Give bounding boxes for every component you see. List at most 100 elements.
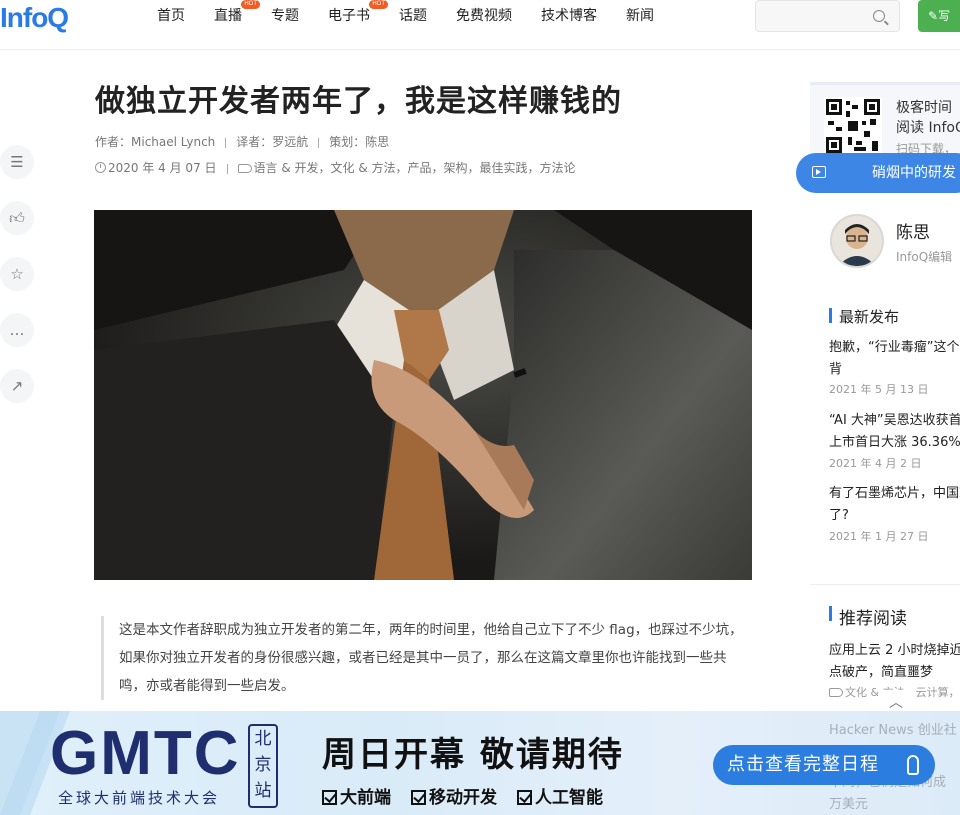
latest-item-date: 2021 年 4 月 2 日 [829, 457, 922, 470]
recommend-section-title: 推荐阅读 [829, 604, 907, 629]
top-header: InfoQ 首页 直播 HOT 专题 电子书 HOT 话题 免费视频 技术博客 新闻… [0, 0, 960, 50]
nav-label: 首页 [157, 8, 185, 24]
qr-title-2: 阅读 InfoQ [896, 120, 960, 136]
tag-icon [829, 688, 843, 697]
avatar[interactable] [830, 214, 884, 268]
article-action-bar: ☰ 👍︎ ☆ … ↗ [0, 145, 36, 425]
latest-item-date: 2021 年 5 月 13 日 [829, 383, 929, 396]
nav-label: 技术博客 [541, 8, 597, 24]
promo-label: 硝烟中的研发 [872, 165, 956, 181]
article-meta: 2020 年 4 月 07 日 语言 & 开发，文化 & 方法，产品，架构，最佳实… [95, 159, 576, 176]
banner-headline: 周日开幕 敬请期待 [322, 735, 624, 775]
divider [225, 137, 227, 148]
latest-item-date: 2021 年 1 月 27 日 [829, 530, 929, 543]
banner-tag: 移动开发 [411, 783, 497, 808]
article-title: 做独立开发者两年了，我是这样赚钱的 [95, 84, 622, 119]
article-summary: 这是本文作者辞职成为独立开发者的第二年，两年的时间里，他给自己立下了不少 fla… [101, 616, 751, 700]
banner-tags: 大前端 移动开发 人工智能 [322, 783, 623, 808]
publish-date: 2020 年 4 月 07 日 [108, 161, 217, 175]
comment-icon[interactable]: … [0, 313, 34, 347]
list-icon[interactable]: ☰ [0, 145, 34, 179]
tag-label: 人工智能 [535, 788, 603, 808]
write-label: 写 [938, 9, 951, 23]
hero-photo-businessman [94, 210, 752, 580]
tag-label: 大前端 [340, 788, 391, 808]
qr-title: 极客时间 [896, 100, 952, 116]
translator-link[interactable]: 译者：罗远航 [236, 135, 308, 149]
divider [318, 137, 320, 148]
divider [226, 163, 228, 174]
nav-label: 话题 [399, 8, 427, 24]
nav-label: 直播 [214, 8, 242, 24]
article-credits: 作者：Michael Lynch 译者：罗远航 策划：陈思 [95, 133, 389, 150]
checkbox-icon [517, 790, 532, 805]
recommend-item-title[interactable]: 应用上云 2 小时烧掉近 点破产，简直噩梦 [829, 640, 960, 684]
banner-tag: 大前端 [322, 783, 391, 808]
search-box [755, 0, 900, 32]
banner-tag: 人工智能 [517, 783, 603, 808]
sidebar-ghost-text: Hacker News 创业社 [829, 723, 957, 738]
nav-label: 免费视频 [456, 8, 512, 24]
hero-image [94, 210, 752, 580]
nav-label: 电子书 [328, 8, 370, 24]
view-schedule-button[interactable]: 点击查看完整日程 [713, 745, 935, 785]
qr-code-icon [824, 97, 882, 155]
title-line: 背 [829, 362, 843, 377]
floating-promo-pill[interactable]: 硝烟中的研发 [796, 153, 960, 193]
city-char: 站 [254, 781, 272, 801]
nav-item-home[interactable]: 首页 [145, 0, 197, 32]
city-badge: 北 京 站 [248, 724, 278, 808]
nav-label: 新闻 [626, 8, 654, 24]
sidebar-ghost-text: 万美元 [829, 797, 869, 812]
gmtc-ad-banner[interactable]: Hacker News 创业社 不同，它们是如何成 万美元 GMTC 全球大前端… [0, 711, 960, 815]
clock-icon [95, 162, 106, 173]
nav-item-ebooks[interactable]: 电子书 HOT [316, 0, 388, 32]
star-icon[interactable]: ☆ [0, 257, 34, 291]
divider [810, 584, 960, 585]
checkbox-icon [411, 790, 426, 805]
infoq-logo[interactable]: InfoQ [0, 2, 69, 34]
planner-link[interactable]: 策划：陈思 [329, 135, 389, 149]
nav-label: 专题 [271, 8, 299, 24]
latest-item-title[interactable]: “AI 大神”吴恩达收获首 上市首日大涨 36.36% [829, 410, 960, 454]
app-download-card[interactable]: 极客时间 阅读 InfoQ 扫码下载， [810, 82, 960, 162]
latest-section-title: 最新发布 [829, 306, 899, 327]
nav-item-free-video[interactable]: 免费视频 [444, 0, 524, 32]
hand-pointer-icon [907, 755, 919, 775]
main-nav: 首页 直播 HOT 专题 电子书 HOT 话题 免费视频 技术博客 新闻 [145, 0, 671, 32]
gmtc-logo: GMTC [50, 719, 241, 788]
thumbs-up-icon[interactable]: 👍︎ [0, 201, 34, 235]
hot-badge: HOT [369, 0, 388, 9]
search-input[interactable] [756, 1, 866, 31]
title-line: 点破产，简直噩梦 [829, 665, 934, 680]
checkbox-icon [322, 790, 337, 805]
author-role: InfoQ编辑 [896, 250, 953, 264]
nav-item-topics[interactable]: 专题 [259, 0, 311, 32]
gmtc-subtitle: 全球大前端技术大会 [58, 789, 221, 807]
title-line: 有了石墨烯芯片，中国就 [829, 486, 960, 501]
hot-badge: HOT [241, 0, 260, 9]
title-line: “AI 大神”吴恩达收获首 [829, 413, 960, 428]
tag-label: 移动开发 [429, 788, 497, 808]
author-link[interactable]: 作者：Michael Lynch [95, 135, 215, 149]
title-line: 抱歉，“行业毒瘤”这个锅 [829, 340, 960, 355]
video-icon [812, 166, 826, 178]
write-button[interactable]: ✎写 [918, 0, 960, 32]
avatar-image [832, 216, 882, 266]
article-tags[interactable]: 语言 & 开发，文化 & 方法，产品，架构，最佳实践，方法论 [254, 161, 576, 175]
nav-item-live[interactable]: 直播 HOT [202, 0, 260, 32]
city-char: 北 [254, 729, 272, 749]
latest-item-title[interactable]: 有了石墨烯芯片，中国就 了? [829, 483, 960, 527]
title-line: 上市首日大涨 36.36% [829, 435, 960, 450]
cta-label: 点击查看完整日程 [727, 754, 879, 775]
search-icon[interactable] [873, 10, 885, 22]
author-name[interactable]: 陈思 [896, 218, 930, 243]
nav-item-tech-blog[interactable]: 技术博客 [529, 0, 609, 32]
latest-item-title[interactable]: 抱歉，“行业毒瘤”这个锅背 [829, 337, 960, 381]
nav-item-news[interactable]: 新闻 [614, 0, 666, 32]
city-char: 京 [254, 755, 272, 775]
title-line: 了? [829, 508, 849, 523]
nav-item-discussions[interactable]: 话题 [387, 0, 439, 32]
share-icon[interactable]: ↗ [0, 369, 34, 403]
tag-icon [237, 164, 252, 173]
